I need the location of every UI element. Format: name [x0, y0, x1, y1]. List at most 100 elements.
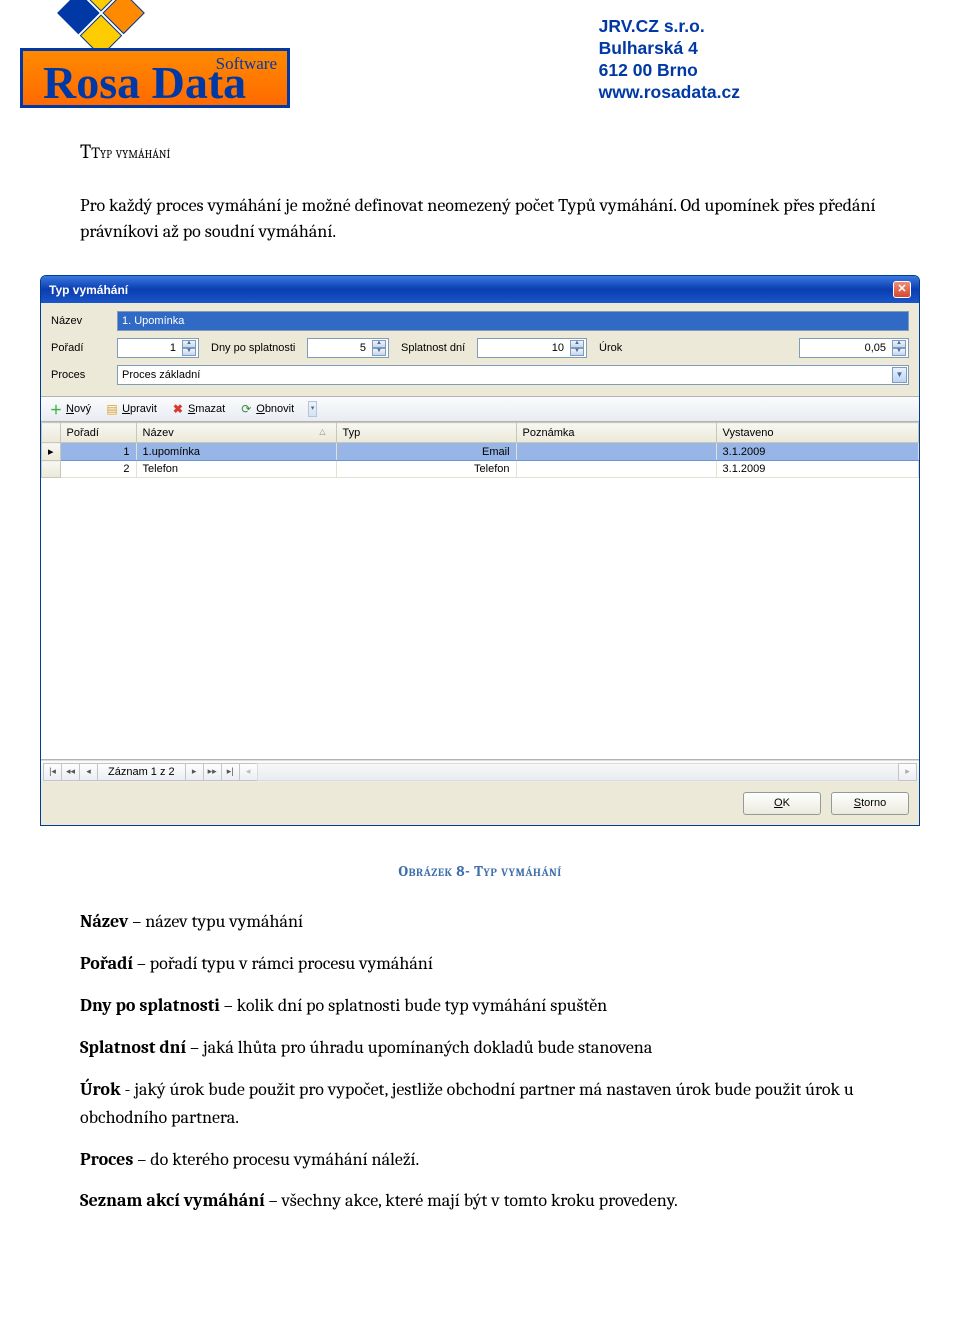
value-dny: 5	[312, 342, 368, 354]
def-label: Splatnost dní	[80, 1037, 186, 1058]
def-label: Dny po splatnosti	[80, 995, 220, 1016]
spinner-buttons-splatnost[interactable]: ▲▼	[570, 340, 584, 356]
section-heading-rest: Typ vymáhání	[91, 144, 170, 162]
nav-record-label: Záznam 1 z 2	[97, 763, 186, 781]
grid-row[interactable]: 2 Telefon Telefon 3.1.2009	[42, 461, 919, 478]
grid-row[interactable]: ▸ 1 1.upomínka Email 3.1.2009	[42, 443, 919, 461]
cell-poradi: 2	[60, 461, 136, 478]
close-button[interactable]: ✕	[893, 281, 911, 298]
input-nazev[interactable]: 1. Upomínka	[117, 311, 909, 331]
spinner-urok[interactable]: 0,05 ▲▼	[799, 338, 909, 358]
value-splatnost: 10	[482, 342, 566, 354]
def-text: – jaká lhůta pro úhradu upomínaných dokl…	[186, 1037, 652, 1058]
nav-prev-page-button[interactable]: ◂◂	[61, 763, 80, 781]
window-title: Typ vymáhání	[49, 283, 128, 297]
refresh-button[interactable]: ⟳ Obnovit	[235, 400, 298, 418]
cell-typ: Telefon	[336, 461, 516, 478]
logo-registered: ®	[122, 0, 134, 1]
ok-button[interactable]: OK	[743, 792, 821, 815]
nav-scroll-left[interactable]: ◂	[239, 763, 258, 781]
label-splatnost: Splatnost dní	[395, 342, 471, 354]
cell-nazev: Telefon	[136, 461, 336, 478]
company-city: 612 00 Brno	[599, 60, 740, 82]
def-text: - jaký úrok bude použit pro vypočet, jes…	[80, 1079, 854, 1128]
page-header: ® Software Rosa Data JRV.CZ s.r.o. Bulha…	[40, 0, 920, 110]
dialog-buttons: OK Storno	[41, 782, 919, 825]
logo-background: Software Rosa Data	[20, 48, 290, 108]
row-indicator	[42, 461, 61, 478]
def-label: Úrok	[80, 1079, 121, 1100]
company-web: www.rosadata.cz	[599, 82, 740, 104]
form-area: Název 1. Upomínka Pořadí 1 ▲▼ Dny po spl…	[41, 303, 919, 396]
def-label: Název	[80, 911, 128, 932]
label-dny: Dny po splatnosti	[205, 342, 301, 354]
plus-icon: ＋	[49, 402, 63, 416]
row-indicator: ▸	[42, 443, 61, 461]
label-poradi: Pořadí	[51, 342, 111, 354]
edit-icon: ▤	[105, 402, 119, 416]
def-text: – pořadí typu v rámci procesu vymáhání	[133, 953, 433, 974]
data-grid[interactable]: Pořadí Název△ Typ Poznámka Vystaveno ▸ 1…	[41, 422, 919, 760]
cell-vystaveno: 3.1.2009	[716, 443, 918, 461]
definitions: Název – název typu vymáhání Pořadí – poř…	[40, 908, 920, 1215]
spinner-buttons-dny[interactable]: ▲▼	[372, 340, 386, 356]
nav-prev-button[interactable]: ◂	[79, 763, 98, 781]
label-nazev: Název	[51, 315, 111, 327]
def-label: Pořadí	[80, 953, 133, 974]
cancel-button[interactable]: Storno	[831, 792, 909, 815]
new-button[interactable]: ＋ NNovýový	[45, 400, 95, 418]
value-poradi: 1	[122, 342, 178, 354]
nav-first-button[interactable]: |◂	[43, 763, 62, 781]
nav-next-page-button[interactable]: ▸▸	[203, 763, 222, 781]
label-urok: Úrok	[593, 342, 629, 354]
refresh-icon: ⟳	[239, 402, 253, 416]
spinner-buttons-urok[interactable]: ▲▼	[892, 340, 906, 356]
spinner-splatnost[interactable]: 10 ▲▼	[477, 338, 587, 358]
sort-asc-icon: △	[319, 427, 329, 436]
def-text: – název typu vymáhání	[128, 911, 303, 932]
grid-toolbar: ＋ NNovýový ▤ Upravit ✖ Smazat ⟳ Obnovit …	[41, 396, 919, 422]
logo-main-text: Rosa Data	[43, 56, 246, 109]
cell-vystaveno: 3.1.2009	[716, 461, 918, 478]
spinner-dny[interactable]: 5 ▲▼	[307, 338, 389, 358]
logo: ® Software Rosa Data	[20, 10, 300, 110]
col-header-nazev[interactable]: Název△	[136, 423, 336, 443]
label-proces: Proces	[51, 369, 111, 381]
def-label: Seznam akcí vymáhání	[80, 1190, 265, 1211]
figure-caption: Obrázek 8- Typ vymáhání	[40, 862, 920, 880]
spinner-poradi[interactable]: 1 ▲▼	[117, 338, 199, 358]
delete-icon: ✖	[171, 402, 185, 416]
col-header-poznamka[interactable]: Poznámka	[516, 423, 716, 443]
def-label: Proces	[80, 1149, 133, 1170]
nav-next-button[interactable]: ▸	[185, 763, 204, 781]
nav-scroll-right[interactable]: ▸	[898, 763, 917, 781]
value-nazev: 1. Upomínka	[122, 315, 184, 327]
edit-button[interactable]: ▤ Upravit	[101, 400, 161, 418]
cell-poradi: 1	[60, 443, 136, 461]
dialog-window: Typ vymáhání ✕ Název 1. Upomínka Pořadí …	[40, 275, 920, 826]
def-text: – všechny akce, které mají být v tomto k…	[265, 1190, 678, 1211]
delete-button[interactable]: ✖ Smazat	[167, 400, 229, 418]
company-info: JRV.CZ s.r.o. Bulharská 4 612 00 Brno ww…	[599, 16, 740, 104]
combo-proces[interactable]: Proces základní ▼	[117, 365, 909, 385]
intro-paragraph: Pro každý proces vymáhání je možné defin…	[40, 193, 920, 245]
def-text: – do kterého procesu vymáhání náleží.	[133, 1149, 419, 1170]
col-header-poradi[interactable]: Pořadí	[60, 423, 136, 443]
record-navigator: |◂ ◂◂ ◂ Záznam 1 z 2 ▸ ▸▸ ▸| ◂ ▸	[41, 760, 919, 782]
nav-scroll-track[interactable]	[257, 763, 899, 781]
cell-poznamka	[516, 443, 716, 461]
cell-typ: Email	[336, 443, 516, 461]
nav-last-button[interactable]: ▸|	[221, 763, 240, 781]
title-bar[interactable]: Typ vymáhání ✕	[41, 276, 919, 303]
toolbar-overflow[interactable]: ▾	[308, 401, 317, 417]
cell-poznamka	[516, 461, 716, 478]
company-street: Bulharská 4	[599, 38, 740, 60]
company-name: JRV.CZ s.r.o.	[599, 16, 740, 38]
col-header-vystaveno[interactable]: Vystaveno	[716, 423, 918, 443]
grid-corner	[42, 423, 61, 443]
cell-nazev: 1.upomínka	[136, 443, 336, 461]
chevron-down-icon[interactable]: ▼	[892, 367, 907, 383]
col-header-typ[interactable]: Typ	[336, 423, 516, 443]
def-text: – kolik dní po splatnosti bude typ vymáh…	[220, 995, 607, 1016]
spinner-buttons-poradi[interactable]: ▲▼	[182, 340, 196, 356]
